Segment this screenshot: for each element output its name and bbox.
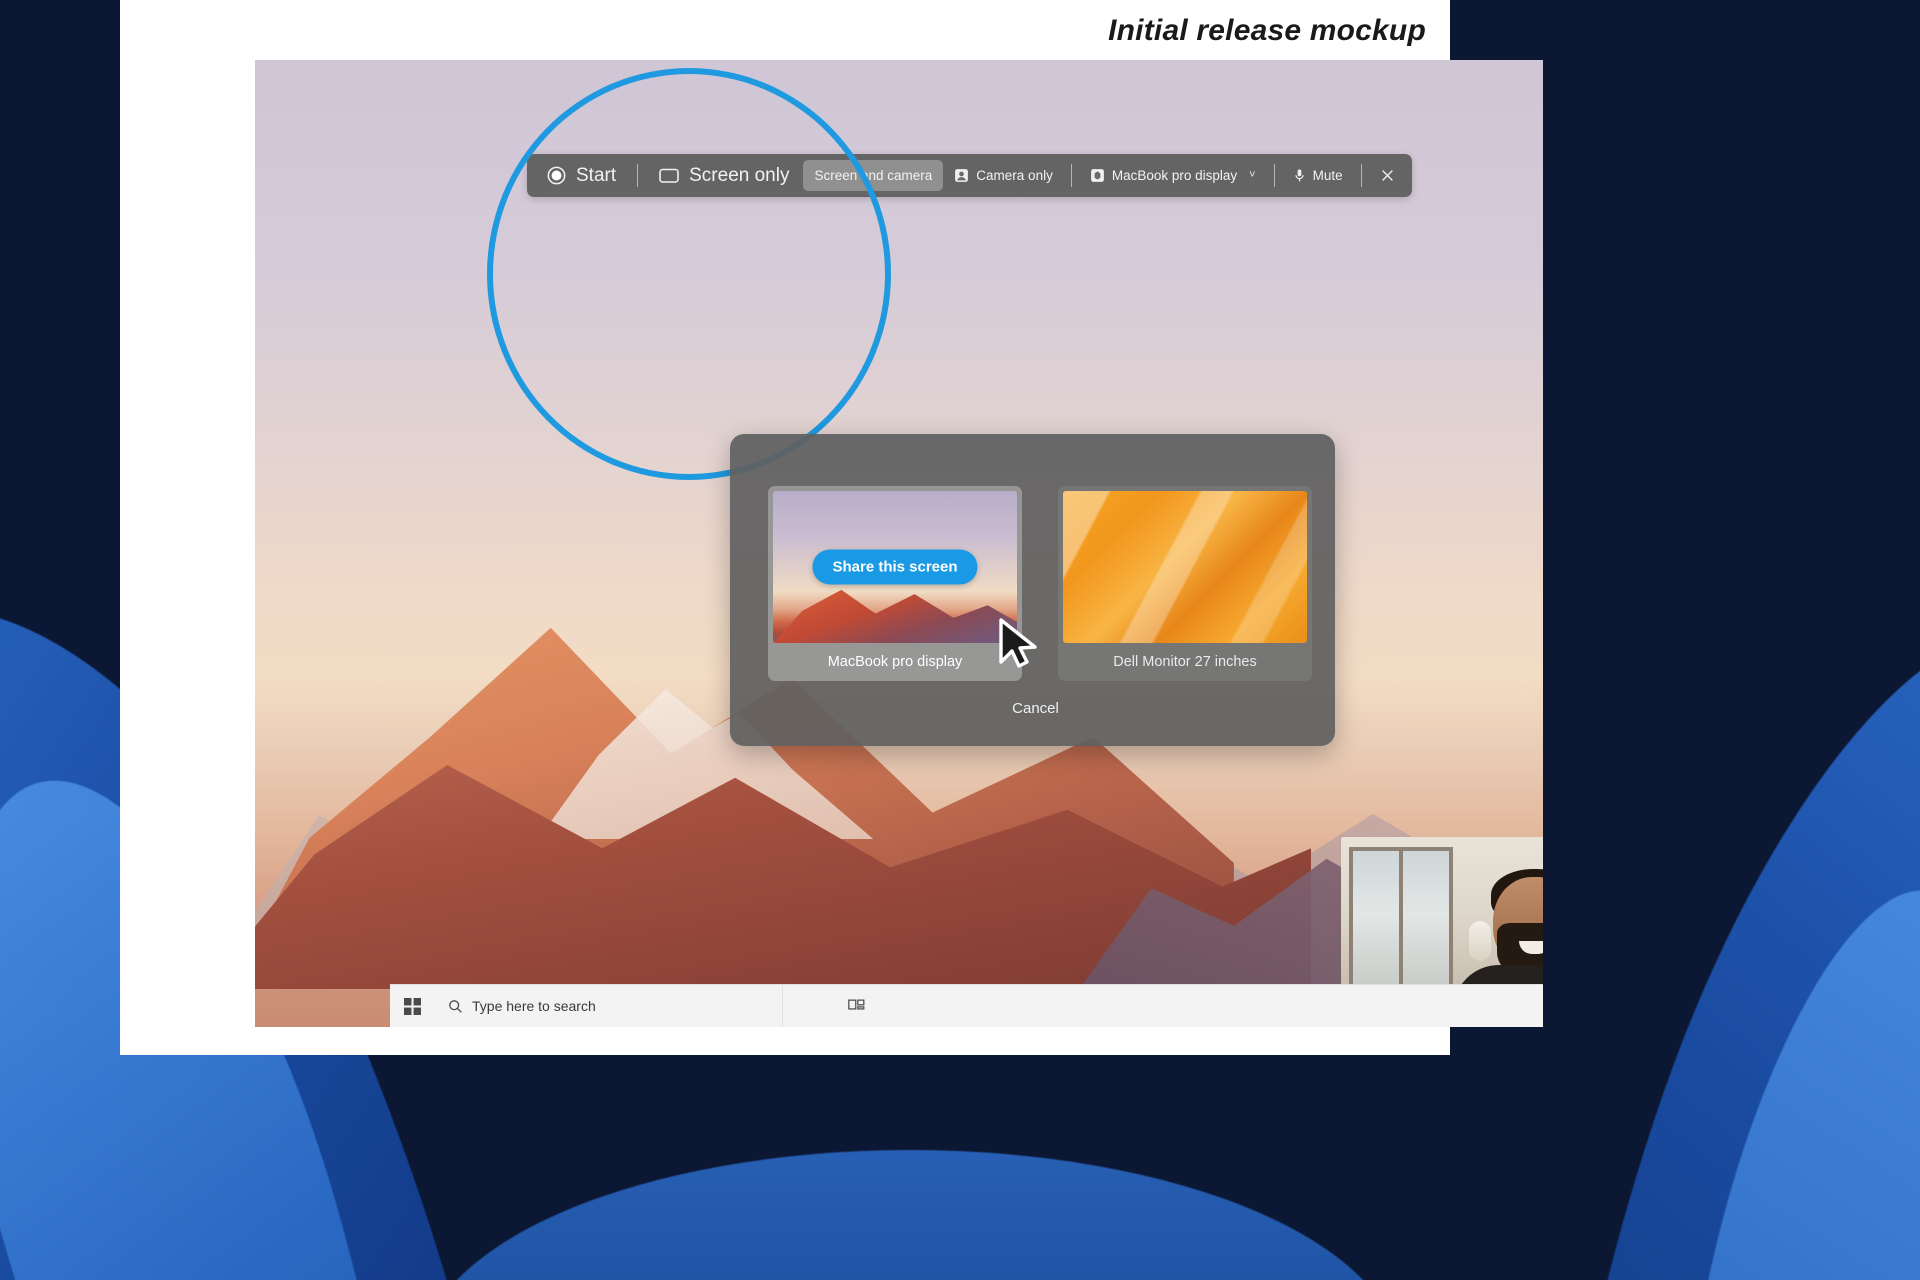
chevron-down-icon: ˅ xyxy=(1249,169,1256,181)
screen-only-button[interactable]: Screen only xyxy=(645,160,803,191)
task-view-button[interactable] xyxy=(833,985,879,1027)
mute-button[interactable]: Mute xyxy=(1282,160,1354,191)
screen-picker-content: Share this screen MacBook pro display De… xyxy=(733,464,1338,746)
start-recording-label: Start xyxy=(576,165,617,186)
screen-option-dell[interactable]: Dell Monitor 27 inches xyxy=(1058,486,1312,681)
camera-only-label: Camera only xyxy=(976,167,1053,183)
search-icon xyxy=(448,999,463,1014)
monitor-icon xyxy=(659,168,679,184)
toolbar-divider-3 xyxy=(1273,164,1275,187)
screen-option-label: Dell Monitor 27 inches xyxy=(1113,654,1257,670)
task-view-icon xyxy=(847,999,865,1014)
desktop-screenshot: Start Screen only Screen and camera Came… xyxy=(255,60,1543,1027)
screen-thumbnail-macbook: Share this screen xyxy=(773,491,1017,643)
mouse-cursor xyxy=(997,618,1041,670)
record-circle-icon xyxy=(547,166,566,185)
windows-logo-icon xyxy=(403,997,421,1015)
screen-only-label: Screen only xyxy=(689,165,790,186)
screen-and-camera-label: Screen and camera xyxy=(814,167,933,183)
presentation-slide: Initial release mockup Start Screen only… xyxy=(0,0,1920,1280)
taskbar-search-box[interactable]: Type here to search xyxy=(434,985,783,1027)
annotation-circle xyxy=(487,68,891,480)
start-recording-button[interactable]: Start xyxy=(533,160,630,191)
share-this-screen-button[interactable]: Share this screen xyxy=(812,549,978,585)
screen-option-macbook[interactable]: Share this screen MacBook pro display xyxy=(768,486,1022,681)
room-lamp xyxy=(1469,921,1491,961)
close-icon xyxy=(1380,168,1395,183)
recording-toolbar[interactable]: Start Screen only Screen and camera Came… xyxy=(527,154,1412,197)
screen-and-camera-button[interactable]: Screen and camera xyxy=(803,160,944,191)
toolbar-divider-2 xyxy=(1070,164,1072,187)
mute-label: Mute xyxy=(1312,167,1343,183)
room-window-left xyxy=(1349,847,1453,997)
cancel-button[interactable]: Cancel xyxy=(733,700,1338,717)
screen-thumbnail-dell xyxy=(1063,491,1307,643)
display-select-icon xyxy=(1090,168,1105,183)
display-selector-dropdown[interactable]: MacBook pro display ˅ xyxy=(1079,160,1267,191)
display-selector-label: MacBook pro display xyxy=(1111,167,1238,183)
toolbar-divider-4 xyxy=(1360,164,1362,187)
camera-only-button[interactable]: Camera only xyxy=(943,160,1064,191)
camera-icon xyxy=(954,168,969,183)
slide-card: Initial release mockup Start Screen only… xyxy=(120,0,1543,1055)
screen-option-label: MacBook pro display xyxy=(827,654,963,670)
microphone-icon xyxy=(1293,168,1306,183)
windows-taskbar[interactable]: Type here to search xyxy=(390,984,1543,1027)
toolbar-divider-1 xyxy=(637,164,639,187)
start-menu-button[interactable] xyxy=(390,985,434,1027)
slide-title: Initial release mockup xyxy=(1108,14,1426,47)
background-swoosh-bottom xyxy=(420,1150,1400,1280)
close-toolbar-button[interactable] xyxy=(1369,160,1406,191)
taskbar-search-placeholder: Type here to search xyxy=(472,998,596,1014)
